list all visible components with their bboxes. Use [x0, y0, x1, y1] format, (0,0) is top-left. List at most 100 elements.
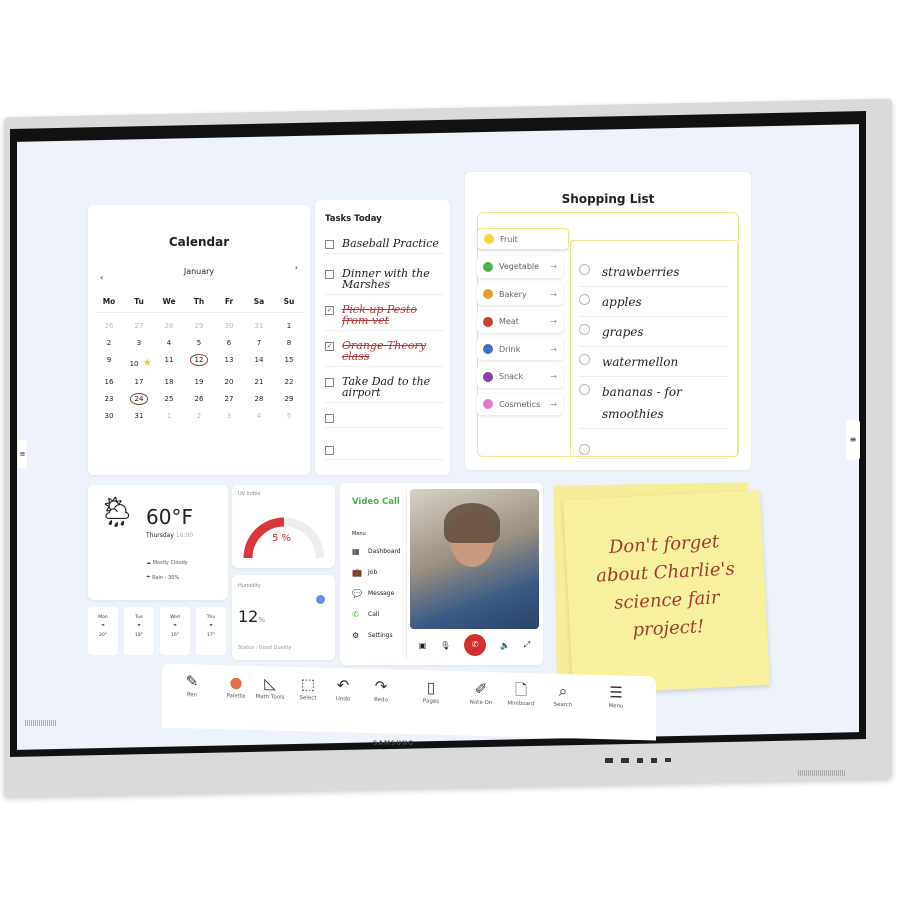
task-checkbox[interactable]: ✓	[325, 306, 334, 315]
video-menu-item[interactable]: 💬 Message	[352, 589, 407, 598]
task-checkbox[interactable]	[325, 378, 334, 387]
sticky-note[interactable]: Don't forget about Charlie's science fai…	[563, 489, 770, 696]
shopping-item[interactable]: strawberries	[579, 261, 729, 287]
shopping-category[interactable]: Fruit	[477, 228, 569, 250]
weather-icon: ☂	[136, 624, 142, 629]
calendar-day[interactable]: 24	[124, 393, 154, 405]
toolbar-pen-button[interactable]: ✎ Pen	[168, 670, 216, 699]
shopping-category[interactable]: Drink →	[477, 338, 563, 360]
shopping-category[interactable]: Meat →	[477, 310, 563, 333]
menu-icon: ☰	[609, 683, 623, 702]
calendar-day[interactable]: 30	[214, 322, 244, 330]
item-radio[interactable]	[579, 384, 590, 395]
calendar-day[interactable]: 10 ★	[124, 356, 154, 369]
shopping-category[interactable]: Bakery →	[477, 283, 563, 305]
item-radio[interactable]	[579, 294, 590, 305]
mic-off-icon[interactable]: 🎙	[440, 641, 450, 650]
item-radio[interactable]	[579, 354, 590, 365]
speaker-icon[interactable]: 🔈	[500, 641, 510, 650]
calendar-day[interactable]: 29	[274, 395, 304, 403]
calendar-day[interactable]: 22	[274, 378, 304, 386]
shopping-item[interactable]: apples	[579, 291, 729, 317]
calendar-day[interactable]: 3	[214, 412, 244, 420]
calendar-day[interactable]: 29	[184, 322, 214, 330]
shopping-item[interactable]: watermellon	[579, 351, 729, 377]
expand-icon[interactable]: ⤢	[524, 640, 530, 650]
calendar-day[interactable]: 28	[154, 322, 184, 330]
calendar-day[interactable]: 2	[94, 339, 124, 347]
task-item[interactable]: Baseball Practice	[325, 238, 444, 254]
right-side-handle-icon[interactable]: ≡	[846, 420, 860, 460]
toolbar-redo-button[interactable]: ↷ Redo	[357, 675, 405, 704]
camera-off-icon[interactable]: ▣	[419, 641, 427, 650]
calendar-day[interactable]: 30	[94, 412, 124, 420]
calendar-day[interactable]: 3	[124, 339, 154, 347]
task-checkbox[interactable]	[325, 446, 334, 455]
shopping-item[interactable]: bananas - for smoothies	[579, 381, 729, 429]
toolbar-menu-button[interactable]: ☰ Menu	[592, 681, 640, 710]
task-item[interactable]: Dinner with the Marshes	[325, 268, 444, 295]
calendar-day[interactable]: 8	[274, 339, 304, 347]
calendar-day[interactable]: 2	[184, 412, 214, 420]
shopping-category[interactable]: Vegetable →	[477, 255, 563, 278]
calendar-day[interactable]: 19	[184, 378, 214, 386]
calendar-day[interactable]: 21	[244, 378, 274, 386]
video-menu-item[interactable]: ▦ Dashboard	[352, 547, 407, 556]
shopping-item[interactable]	[579, 441, 729, 459]
shopping-category[interactable]: Cosmetics →	[477, 393, 563, 415]
item-radio[interactable]	[579, 324, 590, 335]
video-menu-item[interactable]: ✆ Call	[352, 610, 407, 619]
calendar-day[interactable]: 23	[94, 395, 124, 403]
calendar-day[interactable]: 9	[94, 356, 124, 369]
toolbar-miniboard-button[interactable]: 🗋 Miniboard	[497, 678, 545, 708]
calendar-day[interactable]: 1	[154, 412, 184, 420]
end-call-button[interactable]: ✆	[464, 634, 487, 656]
calendar-day[interactable]: 12	[184, 354, 214, 369]
calendar-day[interactable]: 7	[244, 339, 274, 347]
task-checkbox[interactable]	[325, 270, 334, 279]
task-checkbox[interactable]: ✓	[325, 342, 334, 351]
video-menu-item[interactable]: 💼 Job	[352, 568, 407, 577]
calendar-day[interactable]: 20	[214, 378, 244, 386]
calendar-day[interactable]: 5	[274, 412, 304, 420]
item-radio[interactable]	[579, 444, 590, 455]
left-side-handle-icon[interactable]: ≡	[18, 440, 27, 468]
calendar-day[interactable]: 4	[154, 339, 184, 347]
toolbar-search-button[interactable]: ⌕ Search	[539, 679, 587, 708]
calendar-day[interactable]: 5	[184, 339, 214, 347]
calendar-day[interactable]: 16	[94, 378, 124, 386]
task-item[interactable]	[325, 412, 444, 428]
video-menu-item[interactable]: ⚙ Settings	[352, 631, 407, 640]
calendar-day[interactable]: 26	[184, 395, 214, 403]
calendar-day[interactable]: 15	[274, 356, 304, 369]
speaker-grille-left	[25, 720, 57, 726]
humidity-value: 12	[238, 607, 259, 626]
calendar-day[interactable]: 13	[214, 356, 244, 369]
shopping-item[interactable]: grapes	[579, 321, 729, 347]
calendar-day[interactable]: 27	[214, 395, 244, 403]
calendar-day[interactable]: 1	[274, 322, 304, 330]
calendar-day[interactable]: 31	[124, 412, 154, 420]
toolbar-pages-button[interactable]: ▯ Pages	[407, 676, 455, 705]
calendar-day[interactable]: 28	[244, 395, 274, 403]
humidity-slider-knob[interactable]	[316, 595, 325, 604]
task-item[interactable]: ✓ Orange Theory class	[325, 340, 444, 367]
calendar-day[interactable]: 4	[244, 412, 274, 420]
calendar-day[interactable]: 31	[244, 322, 274, 330]
task-checkbox[interactable]	[325, 240, 334, 249]
calendar-day[interactable]: 25	[154, 395, 184, 403]
task-item[interactable]: ✓ Pick up Pesto from vet	[325, 304, 444, 331]
item-radio[interactable]	[579, 264, 590, 275]
task-checkbox[interactable]	[325, 414, 334, 423]
calendar-day[interactable]: 11	[154, 356, 184, 369]
calendar-day[interactable]: 6	[214, 339, 244, 347]
chevron-right-icon[interactable]: ›	[295, 263, 298, 272]
shopping-category[interactable]: Snack →	[477, 365, 563, 388]
calendar-day[interactable]: 18	[154, 378, 184, 386]
calendar-day[interactable]: 26	[94, 322, 124, 330]
task-item[interactable]	[325, 444, 444, 460]
task-item[interactable]: Take Dad to the airport	[325, 376, 444, 403]
calendar-day[interactable]: 17	[124, 378, 154, 386]
calendar-day[interactable]: 14	[244, 356, 274, 369]
calendar-day[interactable]: 27	[124, 322, 154, 330]
